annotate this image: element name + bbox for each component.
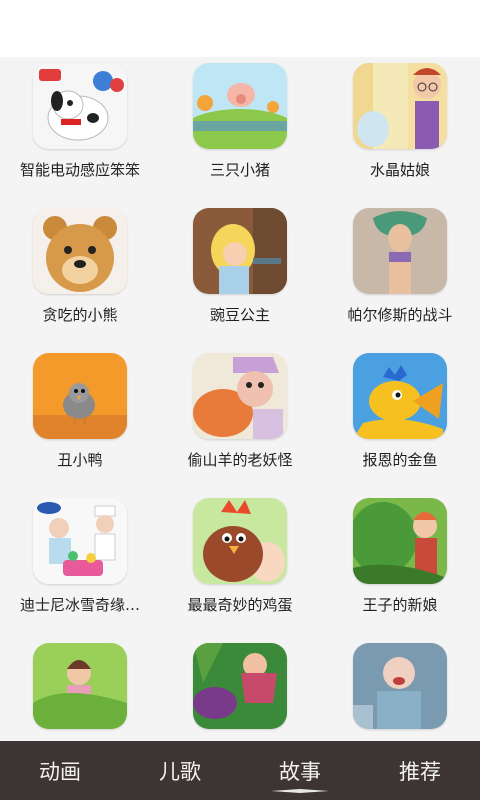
grateful-goldfish-thumbnail bbox=[353, 353, 447, 439]
story-item-grateful-goldfish[interactable]: 报恩的金鱼 bbox=[320, 347, 480, 492]
story-item-wonderful-egg[interactable]: 最最奇妙的鸡蛋 bbox=[160, 492, 320, 637]
wonderful-egg-thumbnail bbox=[193, 498, 287, 584]
story-thumbnail bbox=[193, 643, 287, 729]
story-item-label: 丑小鸭 bbox=[57, 451, 103, 469]
story-item-label: 水晶姑娘 bbox=[369, 161, 430, 179]
goat-thief-monster-thumbnail bbox=[193, 353, 287, 439]
tab-stories[interactable]: 故事 bbox=[240, 741, 360, 800]
ugly-duckling-thumbnail bbox=[33, 353, 127, 439]
story-item-three-little-pigs[interactable]: 三只小猪 bbox=[160, 57, 320, 202]
tab-label: 故事 bbox=[279, 759, 321, 784]
story-item-label: 三只小猪 bbox=[209, 161, 270, 179]
story-item-label: 报恩的金鱼 bbox=[362, 451, 438, 469]
story-item-goat-thief-monster[interactable]: 偷山羊的老妖怪 bbox=[160, 347, 320, 492]
story-item-label: 迪士尼冰雪奇缘… bbox=[19, 596, 140, 614]
greedy-bear-thumbnail bbox=[33, 208, 127, 294]
tab-recommend[interactable]: 推荐 bbox=[360, 741, 480, 800]
tab-animation[interactable]: 动画 bbox=[0, 741, 120, 800]
story-item-label: 帕尔修斯的战斗 bbox=[347, 306, 453, 324]
crystal-girl-thumbnail bbox=[353, 63, 447, 149]
perseus-battle-thumbnail bbox=[353, 208, 447, 294]
robot-dog-thumbnail bbox=[33, 63, 127, 149]
story-thumbnail bbox=[33, 643, 127, 729]
tab-label: 动画 bbox=[39, 759, 81, 784]
prince-bride-thumbnail bbox=[353, 498, 447, 584]
tab-label: 儿歌 bbox=[159, 759, 201, 784]
story-grid: 智能电动感应笨笨 三只小猪 水晶姑娘 贪吃的小熊 豌豆公主 帕尔修斯的战斗 丑小… bbox=[0, 57, 480, 741]
story-item-row5-3[interactable] bbox=[320, 637, 480, 741]
story-item-label: 豌豆公主 bbox=[209, 306, 270, 324]
story-item-ugly-duckling[interactable]: 丑小鸭 bbox=[0, 347, 160, 492]
story-item-crystal-girl[interactable]: 水晶姑娘 bbox=[320, 57, 480, 202]
tab-children-songs[interactable]: 儿歌 bbox=[120, 741, 240, 800]
story-item-label: 智能电动感应笨笨 bbox=[19, 161, 140, 179]
story-item-label: 偷山羊的老妖怪 bbox=[187, 451, 293, 469]
pea-princess-thumbnail bbox=[193, 208, 287, 294]
status-bar-area bbox=[0, 0, 480, 57]
story-item-prince-bride[interactable]: 王子的新娘 bbox=[320, 492, 480, 637]
tab-label: 推荐 bbox=[399, 759, 441, 784]
story-item-perseus-battle[interactable]: 帕尔修斯的战斗 bbox=[320, 202, 480, 347]
story-item-row5-2[interactable] bbox=[160, 637, 320, 741]
story-item-label: 最最奇妙的鸡蛋 bbox=[187, 596, 293, 614]
story-thumbnail bbox=[353, 643, 447, 729]
story-item-pea-princess[interactable]: 豌豆公主 bbox=[160, 202, 320, 347]
story-item-greedy-bear[interactable]: 贪吃的小熊 bbox=[0, 202, 160, 347]
bottom-navigation-bar: 动画 儿歌 故事 推荐 bbox=[0, 741, 480, 800]
story-item-robot-dog[interactable]: 智能电动感应笨笨 bbox=[0, 57, 160, 202]
story-item-label: 贪吃的小熊 bbox=[42, 306, 118, 324]
disney-frozen-thumbnail bbox=[33, 498, 127, 584]
story-item-disney-frozen[interactable]: 迪士尼冰雪奇缘… bbox=[0, 492, 160, 637]
story-item-row5-1[interactable] bbox=[0, 637, 160, 741]
story-item-label: 王子的新娘 bbox=[362, 596, 438, 614]
active-tab-indicator bbox=[271, 789, 329, 793]
three-little-pigs-thumbnail bbox=[193, 63, 287, 149]
